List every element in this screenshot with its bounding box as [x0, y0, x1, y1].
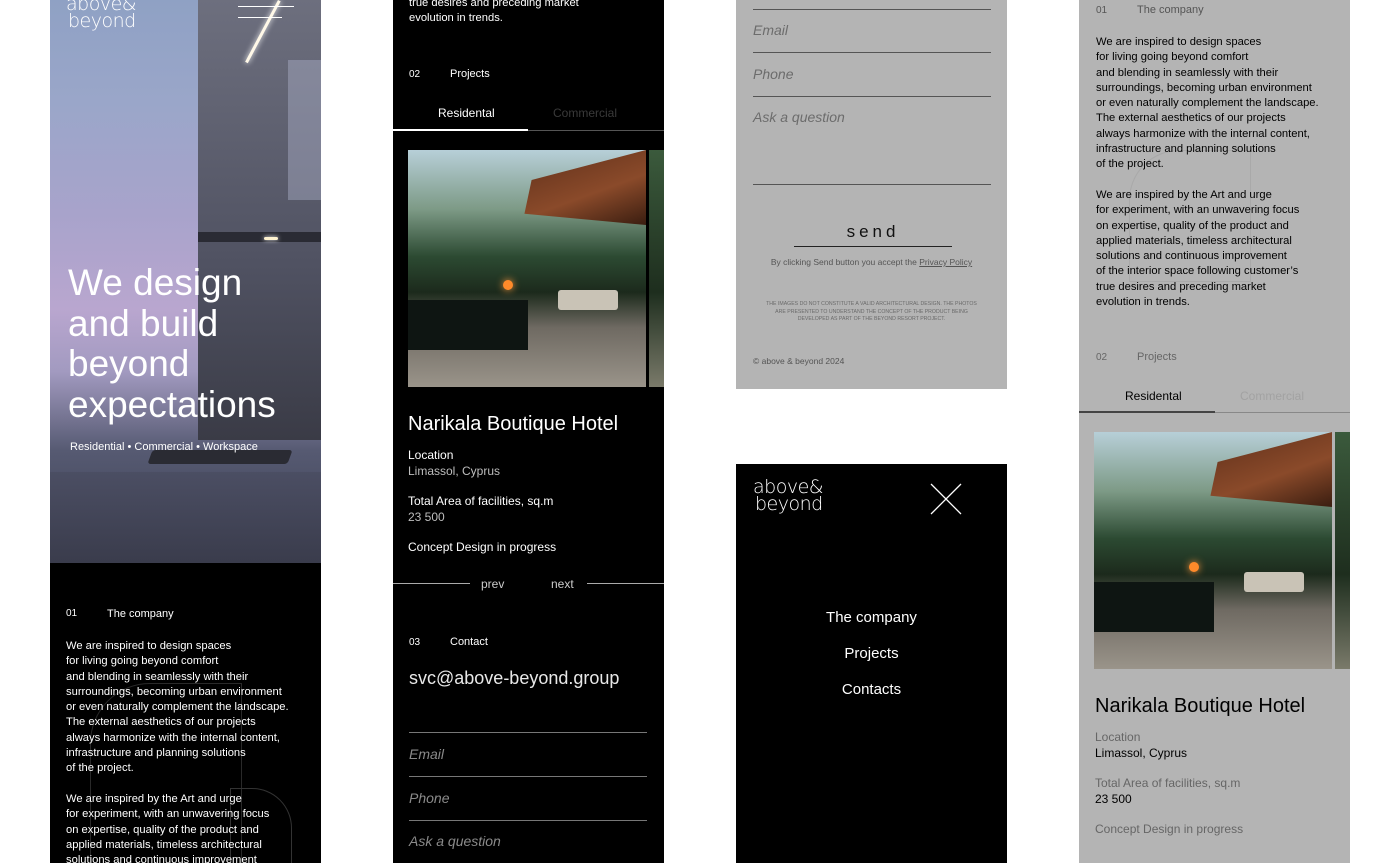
section-number: 01 — [66, 608, 78, 619]
section-title: Contact — [450, 636, 488, 648]
section-title: Projects — [450, 68, 490, 80]
tab-residental[interactable]: Residental — [438, 106, 495, 120]
tab-commercial[interactable]: Commercial — [1240, 389, 1304, 403]
company-paragraph-tail: true desires and preceding market evolut… — [409, 0, 579, 25]
screen-contact-form: Email Phone Ask a question send By click… — [736, 0, 1007, 389]
logo[interactable]: above& beyond — [66, 0, 137, 31]
area-label: Total Area of facilities, sq.m — [1095, 776, 1241, 790]
consent-text: By clicking Send button you accept the P… — [770, 257, 973, 267]
company-paragraph-1: We are inspired to design spaces for liv… — [1096, 36, 1319, 171]
company-paragraph-1: We are inspired to design spaces for liv… — [66, 640, 289, 775]
location-value: Limassol, Cyprus — [408, 464, 501, 478]
section-title: The company — [1137, 4, 1204, 16]
email-field[interactable]: Email — [409, 746, 444, 762]
project-status: Concept Design in progress — [1095, 822, 1244, 836]
next-button[interactable]: next — [551, 577, 574, 591]
area-value: 23 500 — [1095, 792, 1132, 806]
hero-headline: We design and build beyond expectations — [68, 262, 276, 425]
section-title: Projects — [1137, 351, 1177, 363]
hero-tags: Residential • Commercial • Workspace — [70, 441, 258, 453]
screen-menu: above& beyond The company Projects Conta… — [736, 464, 1007, 863]
project-image-next[interactable] — [649, 150, 664, 387]
contact-email[interactable]: svc@above-beyond.group — [409, 668, 619, 689]
send-button[interactable]: send — [794, 222, 952, 247]
copyright: © above & beyond 2024 — [753, 356, 845, 366]
project-status: Concept Design in progress — [408, 540, 557, 554]
section-number: 02 — [1096, 352, 1108, 363]
prev-button[interactable]: prev — [481, 577, 504, 591]
section-number: 02 — [409, 69, 421, 80]
project-image[interactable] — [1094, 432, 1332, 669]
phone-field[interactable]: Phone — [409, 790, 449, 806]
company-section: 01 The company We are inspired to design… — [50, 563, 321, 863]
close-icon[interactable] — [930, 483, 962, 515]
screen-home: above& beyond We design and build beyond… — [50, 0, 321, 863]
area-value: 23 500 — [408, 510, 445, 524]
menu-item-contacts[interactable]: Contacts — [736, 681, 1007, 698]
project-image[interactable] — [408, 150, 646, 387]
question-field[interactable]: Ask a question — [753, 109, 845, 125]
area-label: Total Area of facilities, sq.m — [408, 494, 554, 508]
project-title: Narikala Boutique Hotel — [1095, 695, 1306, 717]
menu-item-company[interactable]: The company — [736, 609, 1007, 626]
phone-field[interactable]: Phone — [753, 66, 793, 82]
screen-projects: true desires and preceding market evolut… — [393, 0, 664, 863]
location-value: Limassol, Cyprus — [1095, 746, 1188, 760]
location-label: Location — [1095, 730, 1141, 744]
project-title: Narikala Boutique Hotel — [408, 413, 619, 435]
screen-company-grey: 01 The company We are inspired to design… — [1079, 0, 1350, 863]
company-paragraph-2: We are inspired by the Art and urge for … — [66, 793, 270, 863]
section-number: 01 — [1096, 5, 1108, 16]
menu-item-projects[interactable]: Projects — [736, 645, 1007, 662]
tab-commercial[interactable]: Commercial — [553, 106, 617, 120]
send-label: send — [846, 222, 900, 241]
privacy-policy-link[interactable]: Privacy Policy — [919, 257, 972, 267]
disclaimer: THE IMAGES DO NOT CONSTITUTE A VALID ARC… — [766, 301, 977, 322]
hamburger-icon[interactable] — [238, 6, 294, 20]
section-number: 03 — [409, 637, 421, 648]
project-image-next[interactable] — [1335, 432, 1350, 669]
email-field[interactable]: Email — [753, 22, 788, 38]
company-paragraph-2: We are inspired by the Art and urge for … — [1096, 189, 1300, 309]
section-title: The company — [107, 608, 174, 620]
logo[interactable]: above& beyond — [753, 478, 824, 514]
tab-residental[interactable]: Residental — [1125, 389, 1182, 403]
question-field[interactable]: Ask a question — [409, 833, 501, 849]
location-label: Location — [408, 448, 454, 462]
